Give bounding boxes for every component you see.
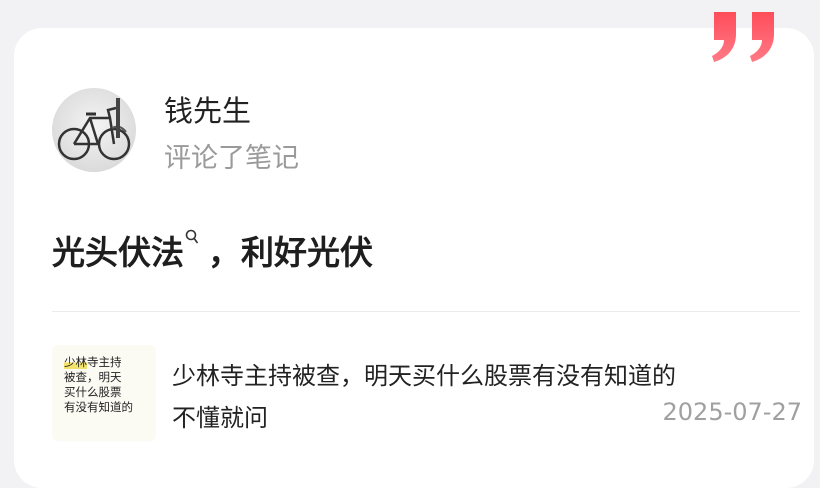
thumb-highlight: 少林 [64, 355, 87, 369]
quote-icon [712, 12, 774, 62]
divider [52, 311, 800, 312]
thumb-line-3: 买什么股票 [64, 385, 122, 399]
action-label: 评论了笔记 [164, 143, 299, 174]
bicycle-avatar-icon [57, 98, 131, 161]
note-title[interactable]: 少林寺主持被查，明天买什么股票有没有知道的 不懂就问 [172, 355, 772, 439]
username[interactable]: 钱先生 [164, 88, 251, 130]
note-thumbnail[interactable]: 少林寺主持 被查，明天 买什么股票 有没有知道的 [52, 345, 156, 441]
comment-text: 光头伏法 ，利好光伏 [52, 226, 373, 274]
note-title-line1: 少林寺主持被查，明天买什么股票有没有知道的 [172, 362, 676, 390]
thumb-line-1: 少林寺主持 [64, 355, 122, 369]
comment-text-before: 光头伏法 [52, 233, 184, 272]
comment-text-after: ，利好光伏 [208, 233, 373, 272]
search-icon[interactable] [184, 229, 202, 264]
thumb-line-4: 有没有知道的 [64, 400, 133, 414]
avatar[interactable] [52, 88, 136, 172]
thumb-line-2: 被查，明天 [64, 370, 122, 384]
note-date: 2025-07-27 [662, 398, 802, 426]
